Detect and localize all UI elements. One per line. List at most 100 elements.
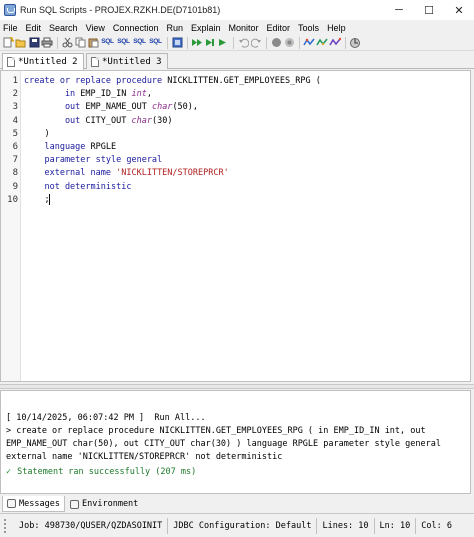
explain-icon[interactable]: [303, 37, 315, 49]
tab-untitled-3[interactable]: *Untitled 3: [86, 53, 168, 69]
line-number: 4: [12, 115, 18, 126]
code-token: create or replace procedure: [24, 76, 168, 86]
connect-icon[interactable]: [171, 37, 183, 49]
message-statement-line: > create or replace procedure NICKLITTEN…: [6, 426, 426, 436]
code-line: create or replace procedure NICKLITTEN.G…: [24, 76, 321, 86]
menu-monitor[interactable]: Monitor: [229, 23, 259, 33]
run-from-icon[interactable]: [204, 37, 216, 49]
code-token: ;: [24, 194, 50, 205]
line-number: 6: [12, 142, 18, 152]
menu-connection[interactable]: Connection: [113, 23, 159, 33]
line-number-gutter: 1 2 3 4 5 6 7 8 9 10: [1, 71, 21, 381]
menu-help[interactable]: Help: [327, 23, 346, 33]
code-token: (50),: [172, 102, 199, 113]
print-icon[interactable]: [41, 37, 53, 49]
line-number: 9: [12, 181, 18, 192]
code-token: ): [24, 128, 50, 139]
status-line: Ln: 10: [373, 517, 416, 534]
run-selected-icon[interactable]: [217, 37, 229, 49]
tab-label: *Untitled 2: [18, 57, 78, 67]
toolbar-separator: [187, 36, 188, 49]
code-token: EMP_NAME_OUT: [85, 102, 152, 113]
toolbar-separator: [266, 36, 267, 49]
line-number: 5: [12, 128, 18, 139]
tab-environment[interactable]: Environment: [66, 496, 142, 512]
sql-select-icon[interactable]: SQL: [116, 37, 131, 49]
sql-insert-icon[interactable]: SQL: [100, 37, 115, 49]
code-token: CITY_OUT: [85, 115, 132, 126]
toolbar-separator: [345, 36, 346, 49]
visual-explain-icon[interactable]: [316, 37, 328, 49]
code-token: language: [24, 142, 91, 152]
tab-label: Messages: [19, 498, 60, 509]
menu-file[interactable]: File: [3, 23, 18, 33]
app-icon: [4, 4, 16, 16]
code-line: not deterministic: [24, 182, 131, 192]
monitor-icon[interactable]: [349, 37, 361, 49]
code-line: out CITY_OUT char(30): [24, 115, 173, 126]
sql-update-icon[interactable]: SQL: [132, 37, 147, 49]
copy-icon[interactable]: [74, 37, 86, 49]
code-token: char: [151, 102, 173, 113]
code-token: int: [131, 89, 147, 100]
checkmark-icon: ✓: [6, 466, 12, 477]
title-bar: Run SQL Scripts - PROJEX.RZKH.DE(D7101b8…: [0, 0, 474, 20]
menu-bar: File Edit Search View Connection Run Exp…: [0, 20, 474, 35]
visual-explain-all-icon[interactable]: [329, 37, 341, 49]
message-success: ✓ Statement ran successfully (207 ms): [6, 465, 470, 478]
code-token: out: [24, 115, 86, 126]
sql-editor[interactable]: 1 2 3 4 5 6 7 8 9 10 create or replace procedure …: [0, 70, 471, 382]
document-icon: [91, 56, 99, 67]
code-line: external name 'NICKLITTEN/STOREPRCR': [24, 168, 229, 179]
menu-tools[interactable]: Tools: [298, 23, 319, 33]
code-token: char: [131, 115, 152, 126]
toolbar-separator: [57, 36, 58, 49]
save-icon[interactable]: [28, 37, 40, 49]
cut-icon[interactable]: [61, 37, 73, 49]
code-token: 'NICKLITTEN/STOREPRCR': [116, 168, 229, 179]
new-icon[interactable]: [2, 37, 14, 49]
line-number: 7: [12, 155, 18, 166]
undo-icon[interactable]: [237, 37, 249, 49]
tab-untitled-2[interactable]: *Untitled 2: [2, 53, 84, 70]
menu-editor[interactable]: Editor: [267, 23, 291, 33]
message-header: [ 10/14/2025, 06:07:42 PM ] Run All...: [6, 413, 206, 423]
cancel-icon[interactable]: [283, 37, 295, 49]
menu-edit[interactable]: Edit: [26, 23, 42, 33]
close-button[interactable]: ✕: [444, 0, 474, 20]
tab-messages[interactable]: Messages: [2, 496, 65, 512]
status-lines: Lines: 10: [316, 517, 373, 534]
code-token: external name: [24, 168, 117, 179]
output-tab-bar: Messages Environment: [0, 496, 474, 512]
line-number: 3: [12, 102, 18, 113]
code-token: out: [24, 102, 86, 113]
environment-icon: [70, 499, 79, 509]
menu-run[interactable]: Run: [166, 23, 183, 33]
status-job: Job: 498730/QUSER/QZDASOINIT: [19, 520, 163, 531]
toolbar: SQL SQL SQL SQL: [0, 35, 474, 51]
success-text: Statement ran successfully (207 ms): [17, 466, 197, 477]
menu-view[interactable]: View: [86, 23, 105, 33]
pane-splitter[interactable]: [0, 384, 474, 389]
code-line: ;: [24, 194, 50, 205]
sql-delete-icon[interactable]: SQL: [148, 37, 163, 49]
code-token: NICKLITTEN.GET_EMPLOYEES_RPG (: [167, 76, 321, 86]
messages-panel[interactable]: [ 10/14/2025, 06:07:42 PM ] Run All... >…: [0, 390, 471, 494]
code-line: in EMP_ID_IN int,: [24, 89, 152, 99]
paste-icon[interactable]: [87, 37, 99, 49]
document-icon: [7, 57, 15, 67]
code-line: ): [24, 128, 50, 139]
code-line: language RPGLE: [24, 142, 116, 152]
minimize-button[interactable]: ─: [384, 0, 414, 20]
maximize-button[interactable]: ☐: [414, 0, 444, 20]
text-cursor: [49, 194, 50, 205]
message-statement-line: EMP_NAME_OUT char(50), out CITY_OUT char…: [6, 439, 441, 449]
code-token: RPGLE: [90, 142, 117, 152]
open-icon[interactable]: [15, 37, 27, 49]
run-all-icon[interactable]: [191, 37, 203, 49]
menu-explain[interactable]: Explain: [191, 23, 221, 33]
stop-icon[interactable]: [270, 37, 282, 49]
redo-icon[interactable]: [250, 37, 262, 49]
status-jdbc: JDBC Configuration: Default: [167, 517, 316, 534]
menu-search[interactable]: Search: [49, 23, 78, 33]
